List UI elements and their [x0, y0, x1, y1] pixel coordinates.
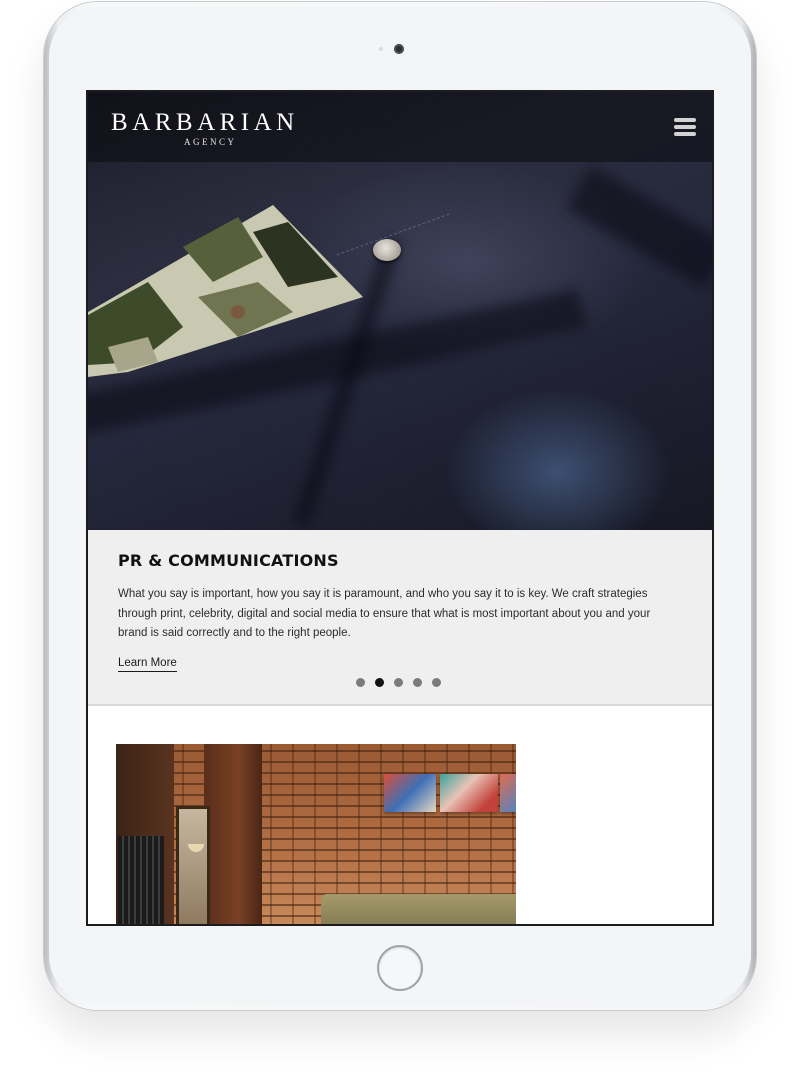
slide-title: PR & COMMUNICATIONS	[118, 551, 339, 570]
wall-artwork	[500, 774, 516, 812]
hamburger-menu-icon[interactable]	[674, 118, 696, 136]
logo-wordmark[interactable]: BARBARIAN	[111, 110, 299, 136]
learn-more-link[interactable]: Learn More	[118, 656, 177, 672]
slide-content-panel: PR & COMMUNICATIONS What you say is impo…	[88, 530, 712, 706]
menu-bar	[674, 132, 696, 136]
slider-dot-2[interactable]	[375, 678, 384, 687]
menu-bar	[674, 125, 696, 129]
front-camera	[394, 44, 404, 54]
wall-artwork	[440, 774, 498, 812]
home-button[interactable]	[377, 945, 423, 991]
wall-pillar	[204, 744, 262, 924]
clothing-rack	[118, 836, 164, 924]
slide-description: What you say is important, how you say i…	[118, 588, 651, 639]
logo-subtitle: AGENCY	[184, 137, 237, 147]
hero-image: BARBARIAN AGENCY	[88, 92, 712, 530]
standing-mirror	[176, 806, 210, 924]
top-navigation-bar: BARBARIAN AGENCY	[88, 92, 712, 162]
light-sensor	[379, 47, 383, 51]
wall-artwork	[384, 774, 436, 812]
camo-collar-graphic	[88, 205, 363, 377]
sofa	[321, 894, 516, 924]
showroom-photo	[116, 744, 516, 924]
shirt-button-graphic	[373, 239, 401, 261]
menu-bar	[674, 118, 696, 122]
slider-dot-4[interactable]	[413, 678, 422, 687]
tablet-screen: BARBARIAN AGENCY PR & COMMUNICATIONS Wha…	[86, 90, 714, 926]
slider-dot-3[interactable]	[394, 678, 403, 687]
slider-pagination	[356, 678, 441, 687]
slider-dot-1[interactable]	[356, 678, 365, 687]
slider-dot-5[interactable]	[432, 678, 441, 687]
